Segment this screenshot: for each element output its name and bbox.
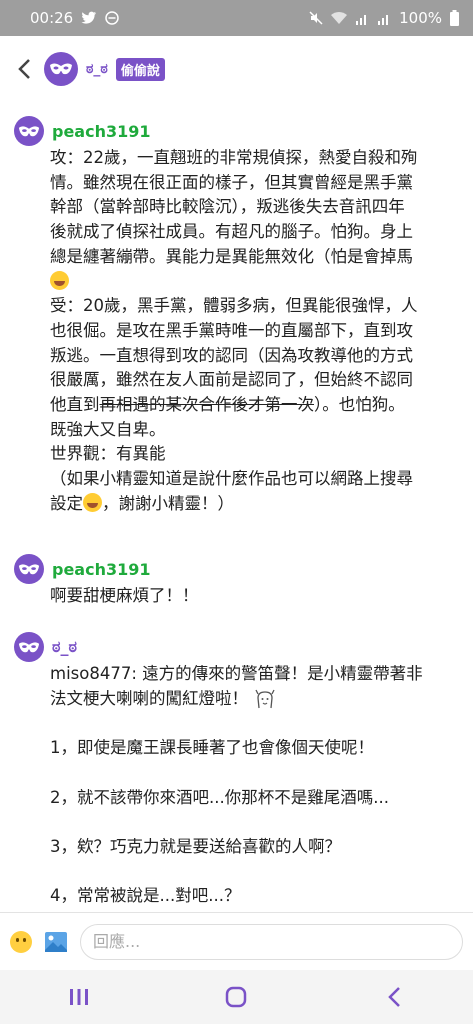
message-body: miso8477: 遠方的傳來的警笛聲！是小精靈帶著非 法文梗大喇喇的闖紅燈啦！… <box>50 662 462 909</box>
message-line: miso8477: 遠方的傳來的警笛聲！是小精靈帶著非 <box>50 664 423 683</box>
message-line: 2，就不該帶你來酒吧...你那杯不是雞尾酒嗎... <box>50 787 389 807</box>
message-item: peach3191 啊要甜梗麻煩了！！ <box>14 554 462 609</box>
message-body: 攻：22歲，一直翹班的非常規偵探，熱愛自殺和殉 情。雖然現在很正面的樣子，但其實… <box>50 146 462 517</box>
message-line: 叛逃。一直想得到攻的認同（因為攻教導他的方式 <box>50 345 413 365</box>
signal-icon <box>356 14 367 25</box>
whisper-badge: 偷偷說 <box>115 57 165 81</box>
block-icon <box>105 11 119 25</box>
signal-icon-2 <box>378 14 389 25</box>
battery-icon <box>450 10 459 26</box>
back-button[interactable] <box>10 49 38 89</box>
system-nav-bar <box>0 970 473 1024</box>
message-line: 很嚴厲，雖然在友人面前是認同了，但始終不認同 <box>50 370 413 390</box>
message-list[interactable]: peach3191 攻：22歲，一直翹班的非常規偵探，熱愛自殺和殉 情。雖然現在… <box>0 102 473 912</box>
message-line: 總是纏著繃帶。異能力是異能無效化（怕是會掉馬 <box>50 246 413 266</box>
message-item: peach3191 攻：22歲，一直翹班的非常規偵探，熱愛自殺和殉 情。雖然現在… <box>14 116 462 517</box>
avatar[interactable] <box>14 554 44 584</box>
mask-icon <box>18 563 40 574</box>
avatar[interactable] <box>14 116 44 146</box>
message-line: 世界觀：有異能 <box>50 444 166 464</box>
mute-icon <box>309 11 323 25</box>
wifi-icon <box>331 11 348 24</box>
grinning-sweat-emoji-icon <box>83 492 102 512</box>
status-time: 00:26 <box>30 9 74 27</box>
message-line: 也很倔。是攻在黑手黨時唯一的直屬部下，直到攻 <box>50 320 413 340</box>
header-avatar[interactable] <box>44 52 78 86</box>
status-bar: 00:26 100% <box>0 0 473 36</box>
message-line: ）。也怕狗。 <box>314 395 405 415</box>
message-line: 既強大又自卑。 <box>50 419 166 439</box>
chat-header: ಠ_ಠ 偷偷說 <box>0 36 473 102</box>
recent-apps-icon <box>69 989 88 1005</box>
gif-sticker-icon <box>255 689 275 709</box>
mask-icon <box>18 641 40 652</box>
mask-icon <box>50 63 72 75</box>
recent-apps-button[interactable] <box>49 970 109 1024</box>
message-line: （如果小精靈知道是說什麼作品也可以網路上搜尋 <box>50 469 413 489</box>
message-line: 設定 <box>50 493 83 513</box>
image-icon[interactable] <box>44 931 68 953</box>
message-line: 攻：22歲，一直翹班的非常規偵探，熱愛自殺和殉 <box>50 148 418 167</box>
message-line: 受：20歲，黑手黨，體弱多病，但異能很強悍，人 <box>50 296 418 316</box>
nav-back-button[interactable] <box>364 970 424 1024</box>
twitter-icon <box>81 11 97 24</box>
message-body: 啊要甜梗麻煩了！！ <box>50 586 199 605</box>
strikethrough-text: 再相遇的某次合作後才第一次 <box>99 395 315 415</box>
mask-icon <box>18 125 40 136</box>
smile-icon[interactable] <box>10 930 32 953</box>
username[interactable]: ಠ_ಠ <box>52 637 77 657</box>
home-icon <box>226 986 247 1008</box>
chat-title: ಠ_ಠ <box>86 61 108 77</box>
back-arrow-icon <box>388 987 401 1007</box>
username[interactable]: peach3191 <box>52 122 151 141</box>
message-line: 後就成了偵探社成員。有超凡的腦子。怕狗。身上 <box>50 222 413 242</box>
message-line: 3，欸？巧克力就是要送給喜歡的人啊？ <box>50 836 341 856</box>
message-item: ಠ_ಠ miso8477: 遠方的傳來的警笛聲！是小精靈帶著非 法文梗大喇喇的闖… <box>14 632 462 909</box>
home-button[interactable] <box>206 970 266 1024</box>
avatar[interactable] <box>14 632 44 662</box>
message-line: 1，即使是魔王課長睡著了也會像個天使呢！ <box>50 738 374 758</box>
message-line: 情。雖然現在很正面的樣子，但其實曾經是黑手黨 <box>50 172 413 192</box>
username[interactable]: peach3191 <box>52 560 151 579</box>
message-line: 幹部（當幹部時比較陰沉），叛逃後失去音訊四年 <box>50 197 405 217</box>
message-line: 4，常常被說是...對吧...？ <box>50 886 241 906</box>
reply-bar <box>0 912 473 970</box>
message-line: 他直到 <box>50 395 100 415</box>
reply-input[interactable] <box>80 923 463 960</box>
battery-percent: 100% <box>399 9 442 27</box>
back-arrow-icon <box>18 59 30 79</box>
grinning-sweat-emoji-icon <box>50 270 69 290</box>
message-line: ，謝謝小精靈！） <box>102 493 234 513</box>
message-line: 法文梗大喇喇的闖紅燈啦！ <box>50 688 248 708</box>
